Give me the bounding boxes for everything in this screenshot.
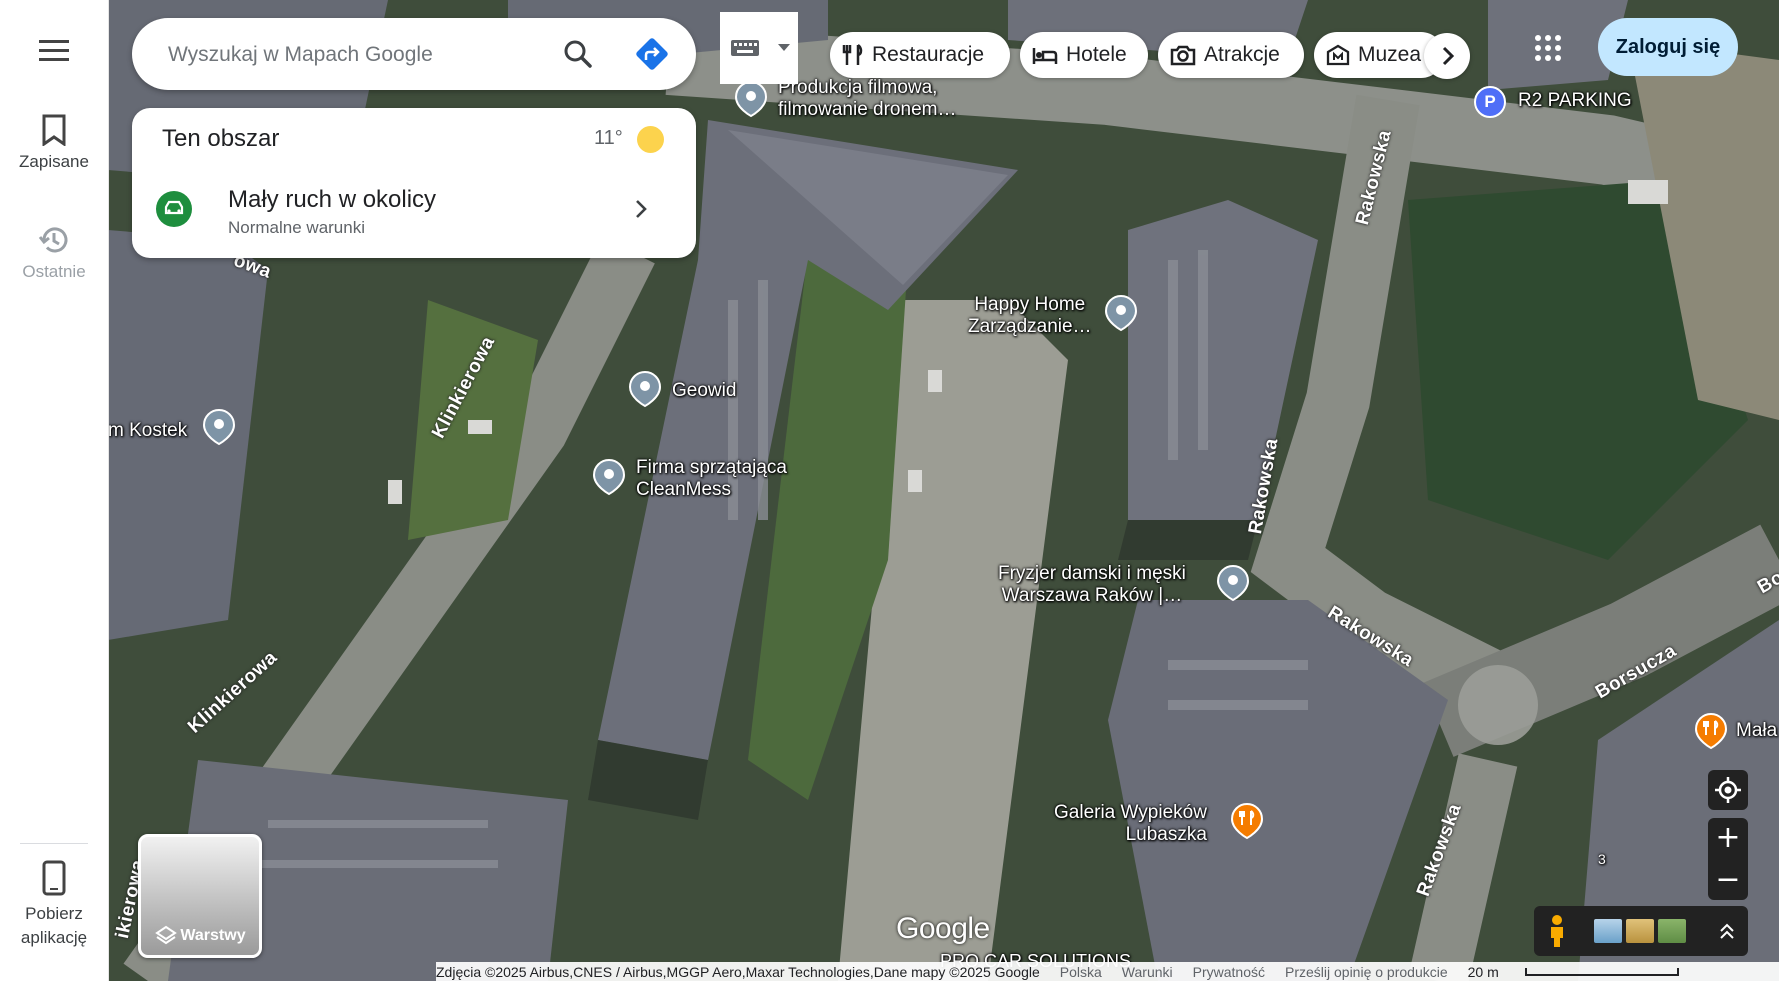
place-label-kostek[interactable]: m Kostek [108, 420, 187, 442]
place-galeria-line-2: Lubaszka [1125, 824, 1207, 845]
expand-up-icon[interactable] [1718, 922, 1736, 940]
place-label-geowid[interactable]: Geowid [672, 380, 736, 402]
area-temperature: 11° [594, 127, 623, 149]
recent-button[interactable]: Ostatnie [0, 224, 108, 282]
input-tools-button[interactable] [720, 12, 798, 84]
hamburger-icon [39, 40, 69, 61]
scale-line [1524, 967, 1679, 976]
map-footer: Zdjęcia ©2025 Airbus,CNES / Airbus,MGGP … [436, 962, 1779, 981]
search-box [132, 18, 696, 90]
place-fryzjer-line-1: Fryzjer damski i męski [998, 563, 1186, 584]
restaurant-pin-icon[interactable] [1694, 712, 1728, 750]
search-input[interactable] [166, 40, 560, 70]
museum-icon [1326, 44, 1350, 66]
building-number: 3 [1598, 851, 1606, 867]
sign-in-button[interactable]: Zaloguj się [1598, 18, 1738, 76]
crosshair-icon [1715, 777, 1741, 803]
place-pin-icon[interactable] [592, 458, 626, 496]
place-fryzjer-line-2: Warszawa Raków |… [1001, 585, 1183, 606]
attribution-text: Zdjęcia ©2025 Airbus,CNES / Airbus,MGGP … [436, 963, 1040, 980]
place-pin-icon[interactable] [1216, 564, 1250, 602]
place-happy-line-2: Zarządzanie… [968, 316, 1092, 337]
chip-hotels-label: Hotele [1066, 43, 1127, 66]
saved-button[interactable]: Zapisane [0, 114, 108, 172]
terms-link[interactable]: Warunki [1122, 964, 1173, 980]
imagery-thumb-2[interactable] [1626, 919, 1654, 943]
search-icon[interactable] [560, 36, 596, 72]
chip-attractions-label: Atrakcje [1204, 43, 1280, 66]
keyboard-icon [731, 40, 759, 56]
place-label-fryzjer[interactable]: Fryzjer damski i męski Warszawa Raków |… [998, 563, 1186, 607]
google-logo: Google [896, 912, 990, 945]
place-pin-icon[interactable] [628, 370, 662, 408]
chip-hotels[interactable]: Hotele [1020, 32, 1148, 78]
place-galeria-line-1: Galeria Wypieków [1054, 802, 1207, 823]
menu-button[interactable] [0, 38, 108, 68]
traffic-title: Mały ruch w okolicy [228, 186, 437, 213]
chevron-right-icon [636, 200, 647, 218]
imagery-thumb-1[interactable] [1594, 919, 1622, 943]
restaurant-pin-icon[interactable] [1230, 802, 1264, 840]
my-location-button[interactable] [1708, 770, 1748, 810]
country-link[interactable]: Polska [1060, 964, 1102, 980]
get-app-label-2: aplikację [20, 928, 88, 947]
zoom-in-button[interactable]: + [1708, 818, 1748, 858]
car-icon [156, 191, 192, 227]
place-label-r2-parking[interactable]: R2 PARKING [1518, 90, 1632, 112]
fork-knife-icon [842, 44, 863, 65]
left-rail: Zapisane Ostatnie Pobierz aplikację [0, 0, 109, 981]
place-label-galeria[interactable]: Galeria Wypieków Lubaszka [1054, 802, 1207, 846]
place-pin-icon[interactable] [1104, 294, 1138, 332]
place-clean-line-2: CleanMess [636, 479, 732, 500]
chip-attractions[interactable]: Atrakcje [1158, 32, 1304, 78]
feedback-link[interactable]: Prześlij opinię o produkcie [1285, 964, 1448, 980]
pegman-icon[interactable] [1546, 914, 1568, 948]
place-pin-icon[interactable] [734, 80, 768, 118]
area-title: Ten obszar [162, 125, 280, 152]
history-icon [38, 227, 68, 253]
layers-button[interactable]: Warstwy [138, 834, 262, 958]
apps-grid-icon[interactable] [1534, 34, 1562, 62]
area-info-card: Ten obszar 11° Mały ruch w okolicy Norma… [132, 108, 696, 258]
chips-scroll-next-button[interactable] [1424, 33, 1470, 79]
chip-museums-label: Muzea [1358, 43, 1422, 66]
scale-bar[interactable]: 20 m [1468, 964, 1699, 980]
place-pin-icon[interactable] [202, 408, 236, 446]
place-label-mala[interactable]: Mała [1736, 720, 1777, 742]
zoom-out-button[interactable]: − [1708, 860, 1748, 900]
get-app-button[interactable]: Pobierz aplikację [0, 860, 108, 950]
chip-restaurants[interactable]: Restauracje [830, 32, 1010, 78]
rail-divider [20, 843, 88, 844]
get-app-label-1: Pobierz [25, 904, 83, 923]
place-label-cleanmess[interactable]: Firma sprzątająca CleanMess [636, 457, 787, 501]
dropdown-arrow-icon[interactable] [778, 44, 790, 51]
place-produkcja-line-1: Produkcja filmowa, [778, 77, 938, 98]
chevron-right-icon [1442, 46, 1455, 66]
privacy-link[interactable]: Prywatność [1193, 964, 1265, 980]
place-clean-line-1: Firma sprzątająca [636, 457, 787, 478]
place-label-produkcja[interactable]: Produkcja filmowa, filmowanie dronem… [778, 77, 956, 121]
chip-restaurants-label: Restauracje [872, 43, 985, 66]
bed-icon [1032, 48, 1058, 64]
parking-icon[interactable]: P [1474, 86, 1506, 118]
recent-label: Ostatnie [22, 262, 86, 281]
phone-icon [42, 860, 66, 896]
imagery-thumb-3[interactable] [1658, 919, 1686, 943]
place-label-happy-home[interactable]: Happy Home Zarządzanie… [968, 294, 1092, 338]
camera-icon [1170, 45, 1196, 66]
map-imagery-panel [1534, 906, 1748, 956]
traffic-subtitle: Normalne warunki [228, 218, 365, 237]
zoom-controls: + − [1708, 818, 1748, 900]
scale-label: 20 m [1467, 963, 1499, 980]
saved-label: Zapisane [19, 152, 89, 171]
layers-label: Warstwy [180, 927, 246, 944]
bookmark-icon [42, 114, 66, 146]
place-happy-line-1: Happy Home [974, 294, 1086, 315]
place-produkcja-line-2: filmowanie dronem… [778, 99, 957, 120]
directions-icon[interactable] [634, 36, 670, 72]
sun-icon [637, 126, 664, 153]
traffic-info-row[interactable]: Mały ruch w okolicy Normalne warunki [132, 178, 696, 248]
